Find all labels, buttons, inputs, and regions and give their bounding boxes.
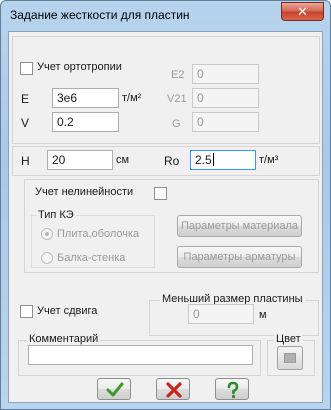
color-swatch	[284, 353, 296, 363]
radio-plate[interactable]	[41, 228, 53, 240]
orthotropy-label: Учет ортотропии	[37, 61, 122, 73]
V21-input[interactable]: 0	[192, 88, 259, 108]
ok-button[interactable]	[97, 378, 131, 400]
V21-label: V21	[167, 93, 187, 105]
question-icon	[227, 381, 239, 399]
min-size-input[interactable]: 0	[188, 304, 254, 324]
radio-beam-wall[interactable]	[41, 252, 53, 264]
H-unit: см	[116, 154, 130, 166]
E-unit: т/м²	[122, 92, 142, 104]
fe-type-label: Тип КЭ	[36, 209, 76, 221]
Ro-input[interactable]: 2.5	[190, 150, 256, 170]
close-button[interactable]: ✕	[281, 2, 324, 21]
Ro-unit: т/м³	[259, 154, 279, 166]
color-button[interactable]	[277, 346, 303, 370]
help-button[interactable]	[215, 378, 249, 400]
H-label: H	[21, 154, 30, 168]
G-label: G	[172, 118, 181, 130]
radio-beam-wall-label: Балка-стенка	[57, 252, 126, 264]
cross-icon	[166, 382, 182, 398]
nonlinearity-label: Учет нелинейности	[35, 186, 134, 198]
material-params-button[interactable]: Параметры материала	[177, 215, 302, 237]
shear-label: Учет сдвига	[37, 305, 98, 317]
min-size-unit: м	[259, 309, 267, 321]
window-title: Задание жесткости для пластин	[10, 8, 190, 22]
E-input[interactable]: 3e6	[52, 88, 119, 108]
shear-checkbox[interactable]	[20, 305, 33, 318]
Ro-label: Ro	[164, 154, 180, 168]
G-input[interactable]: 0	[192, 112, 259, 132]
E2-input[interactable]: 0	[192, 64, 259, 84]
V-label: V	[21, 116, 30, 130]
rebar-params-button[interactable]: Параметры арматуры	[177, 246, 302, 268]
nonlinearity-checkbox[interactable]	[154, 187, 167, 200]
comment-label: Комментарий	[27, 333, 101, 345]
H-input[interactable]: 20	[47, 150, 113, 170]
dialog-window: Задание жесткости для пластин ✕ Учет орт…	[0, 0, 331, 410]
Ro-value: 2.5	[195, 153, 212, 167]
close-icon: ✕	[297, 4, 308, 19]
radio-plate-label: Плита,оболочка	[57, 228, 140, 240]
cancel-button[interactable]	[156, 378, 190, 400]
dialog-client: Учет ортотропии E 3e6 т/м² V 0.2 E2 0 V2…	[8, 31, 323, 403]
E2-label: E2	[171, 69, 185, 81]
V-input[interactable]: 0.2	[52, 112, 119, 132]
color-label: Цвет	[274, 333, 303, 345]
comment-input[interactable]	[28, 345, 253, 365]
title-bar[interactable]: Задание жесткости для пластин ✕	[1, 1, 330, 31]
orthotropy-checkbox[interactable]	[20, 62, 33, 75]
text-caret	[212, 153, 214, 166]
check-icon	[106, 382, 124, 397]
E-label: E	[21, 92, 30, 106]
